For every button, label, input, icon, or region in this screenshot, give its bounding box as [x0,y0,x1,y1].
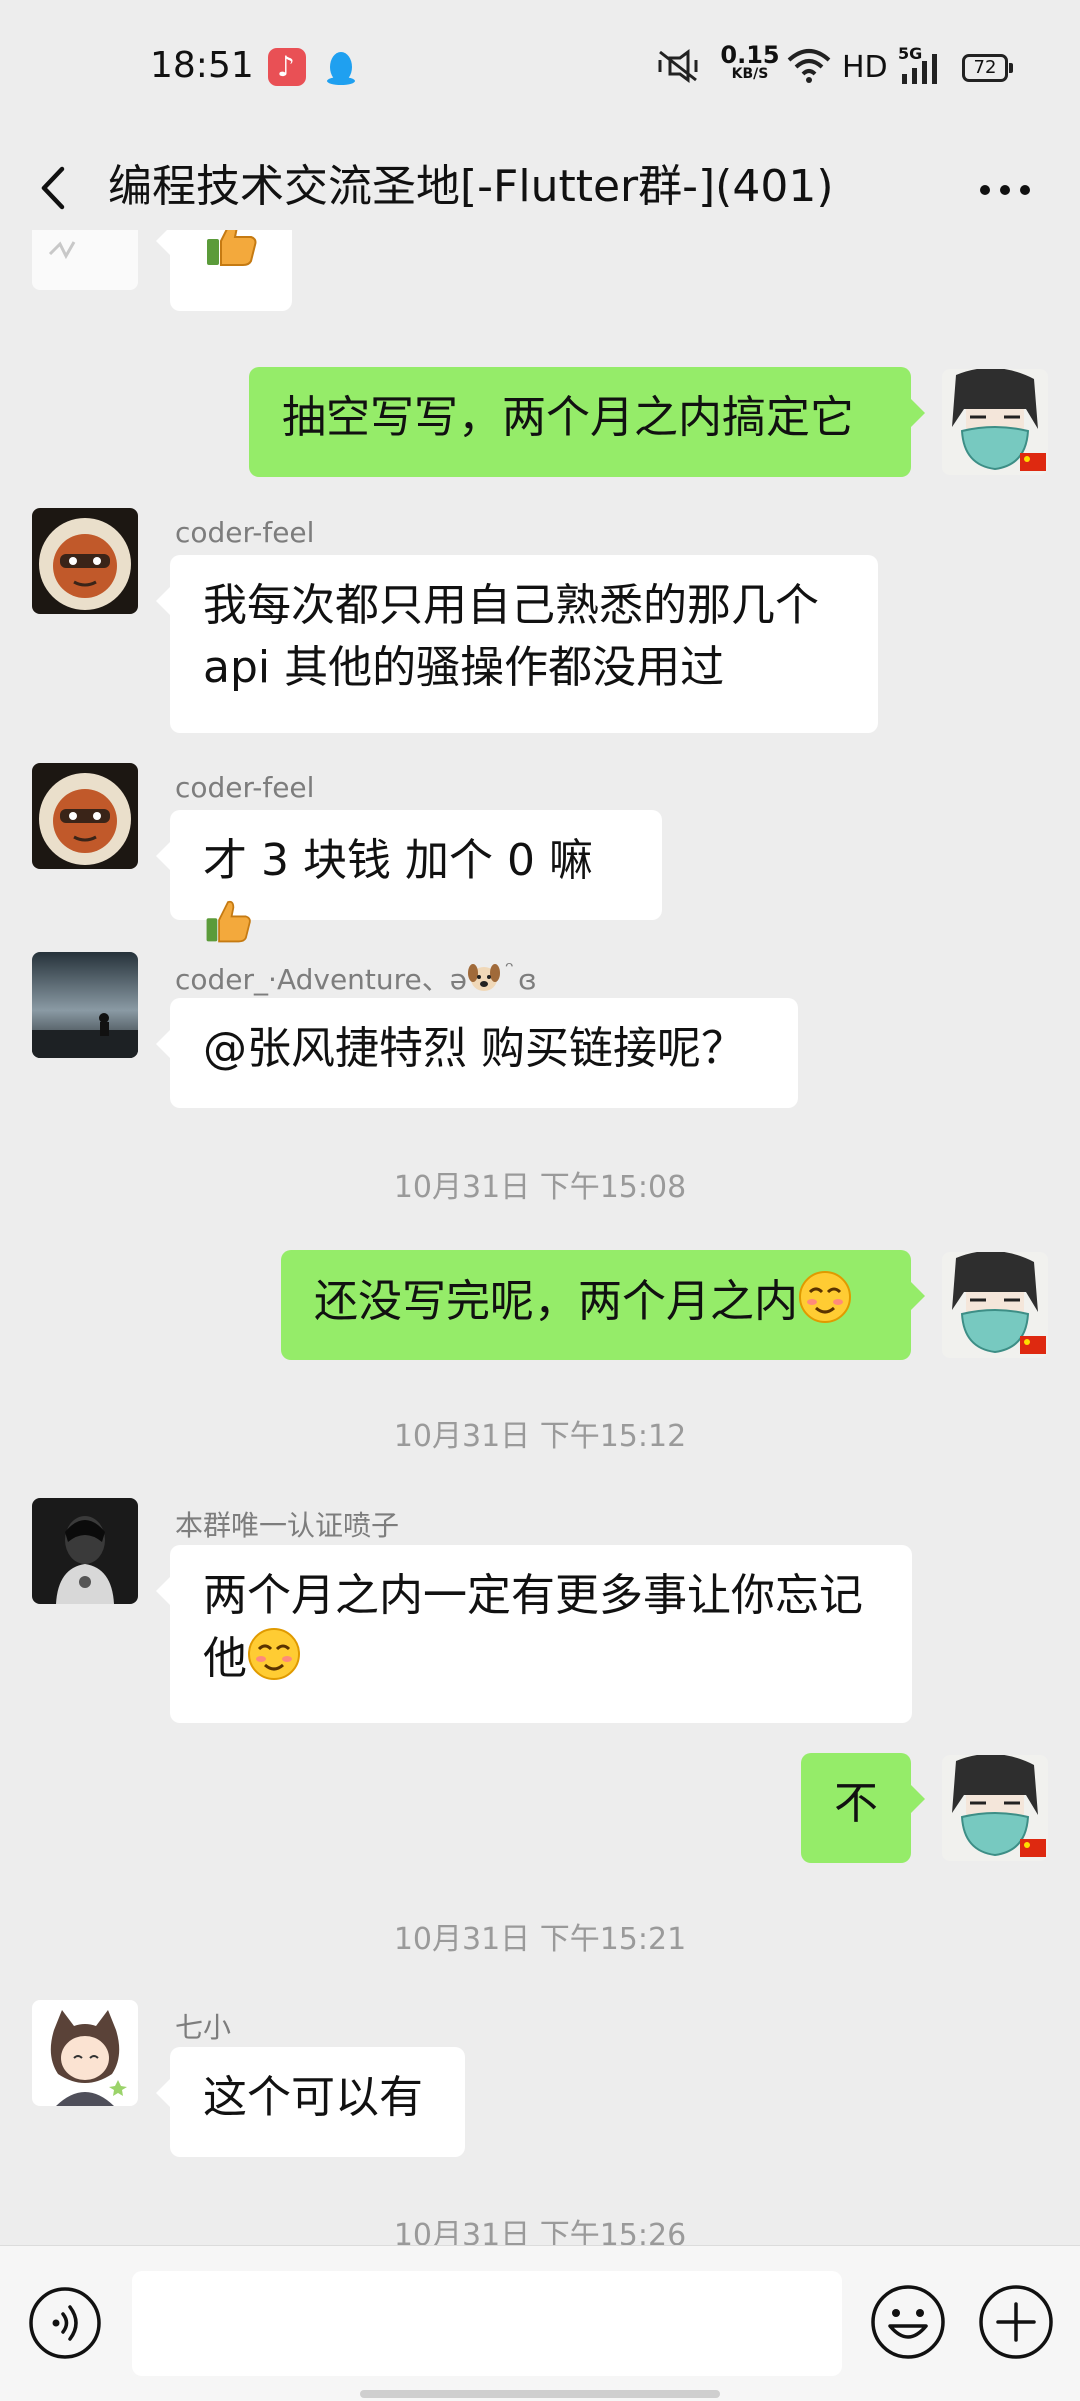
dog-face-icon [467,961,501,1002]
message-bubble[interactable]: 两个月之内一定有更多事让你忘记 他 [156,1545,912,1723]
status-bar: 18:51 0.15 KB/S HD 5G 72 [0,0,1080,135]
message-text-line: 我每次都只用自己熟悉的那几个 [203,580,819,631]
message-bubble[interactable]: @张风捷特烈 购买链接呢？ [156,998,798,1108]
chevron-left-icon[interactable] [28,153,84,223]
sender-name: coder-feel [175,771,315,804]
avatar[interactable] [32,508,138,614]
avatar[interactable] [32,952,138,1058]
network-speed: 0.15 KB/S [720,41,780,82]
sender-name: coder_·Adventure、ə ᵔ ɞ [175,958,537,1002]
emoji-icon[interactable] [870,2284,946,2360]
sender-name: coder-feel [175,516,315,549]
hd-indicator: HD [842,50,888,85]
avatar[interactable] [942,1252,1048,1358]
message-list[interactable]: 抽空写写，两个月之内搞定它 coder-feel 我每次都只用自己熟悉的那几个 … [0,230,1080,2245]
timestamp: 10月31日 下午15:26 [393,2218,687,2245]
chat-title: 编程技术交流圣地[-Flutter群-](401) [108,161,834,212]
network-speed-value: 0.15 [720,41,780,69]
message-text: 抽空写写，两个月之内搞定它 [282,392,854,443]
input-bar [0,2245,1080,2401]
message-bubble[interactable] [156,230,292,311]
message-bubble[interactable]: 这个可以有 [156,2047,465,2157]
message-text: 还没写完呢，两个月之内 [314,1276,798,1327]
qq-penguin-icon [322,48,360,86]
relieved-smile-emoji-icon [798,1270,852,1341]
message-input[interactable] [132,2271,842,2376]
more-horizontal-icon[interactable] [970,153,1040,223]
plus-icon[interactable] [978,2284,1054,2360]
voice-icon[interactable] [28,2286,102,2360]
message-text-line: 他 [203,1627,879,1698]
message-bubble[interactable]: 不 [801,1753,925,1863]
relieved-smile-emoji-icon [247,1627,301,1698]
message-text: 这个可以有 [203,2072,423,2123]
message-bubble[interactable]: 才 3 块钱 加个 0 嘛 [156,810,662,943]
message-bubble[interactable]: 我每次都只用自己熟悉的那几个 api 其他的骚操作都没用过 [156,555,878,733]
signal-icon: 5G [898,44,946,86]
timestamp: 10月31日 下午15:12 [393,1419,687,1454]
music-app-icon [268,48,306,86]
message-text-line: 两个月之内一定有更多事让你忘记 [203,1570,863,1621]
timestamp: 10月31日 下午15:21 [393,1922,687,1957]
message-text: 不 [834,1778,878,1829]
avatar[interactable] [32,2000,138,2106]
avatar[interactable] [32,763,138,869]
wifi-icon [786,48,832,88]
message-text: 才 3 块钱 加个 0 嘛 [203,835,593,886]
sender-name: 本群唯一认证喷子 [175,1509,400,1542]
avatar[interactable] [942,1755,1048,1861]
home-indicator [360,2390,720,2398]
mute-vibrate-icon [656,48,702,88]
status-time: 18:51 [150,45,254,86]
battery-indicator: 72 [962,54,1013,82]
message-text: @张风捷特烈 购买链接呢？ [203,1023,745,1074]
avatar[interactable] [942,369,1048,475]
thumbs-up-icon [203,895,253,962]
timestamp: 10月31日 下午15:08 [393,1170,687,1205]
sender-name: 七小 [175,2011,232,2044]
message-bubble[interactable]: 还没写完呢，两个月之内 [281,1250,925,1360]
message-text-line: api 其他的骚操作都没用过 [203,642,725,693]
message-bubble[interactable]: 抽空写写，两个月之内搞定它 [249,367,925,477]
chat-header: 编程技术交流圣地[-Flutter群-](401) [0,135,1080,245]
avatar[interactable] [32,230,138,290]
avatar[interactable] [32,1498,138,1604]
message-text: 他 [203,1633,247,1684]
sender-name-suffix: ɞ [518,963,537,996]
sender-name-text: coder_·Adventure、ə [175,963,467,996]
decoration-symbol: ᵔ [505,958,515,983]
thumbs-up-icon [203,230,259,286]
